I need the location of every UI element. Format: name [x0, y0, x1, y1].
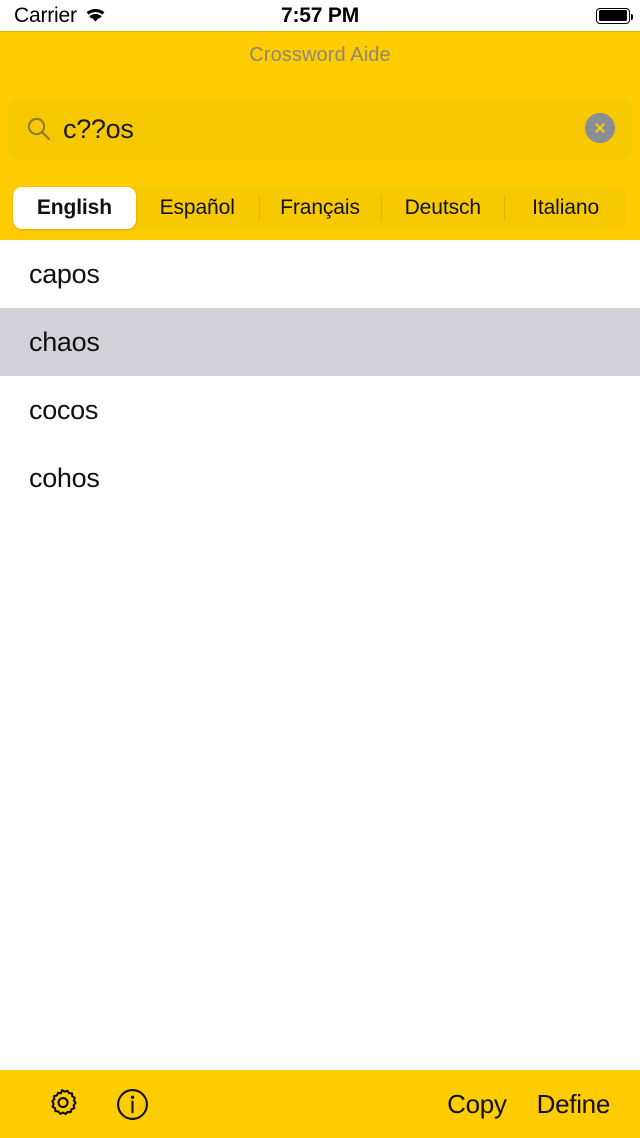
list-item[interactable]: chaos — [0, 308, 640, 376]
define-button[interactable]: Define — [537, 1089, 611, 1120]
tab-italiano[interactable]: Italiano — [504, 186, 627, 230]
gear-icon — [51, 1089, 77, 1116]
info-circle-icon — [116, 1088, 148, 1120]
tab-english[interactable]: English — [13, 187, 136, 229]
page-title: Crossword Aide — [249, 44, 391, 66]
search-bar[interactable]: c??os — [8, 99, 632, 159]
search-icon — [27, 117, 50, 140]
list-item[interactable]: cocos — [0, 376, 640, 444]
list-item[interactable]: cohos — [0, 444, 640, 512]
results-list[interactable]: capos chaos cocos cohos — [0, 240, 640, 1070]
language-segmented-control[interactable]: English Español Français Deutsch Italian… — [13, 186, 627, 230]
clear-search-button[interactable] — [585, 113, 615, 143]
toolbar-right-group: Copy Define — [447, 1089, 610, 1120]
copy-button[interactable]: Copy — [447, 1089, 507, 1120]
battery-icon — [596, 7, 634, 24]
settings-button[interactable] — [44, 1086, 80, 1122]
close-icon — [595, 123, 605, 133]
bottom-toolbar: Copy Define — [0, 1070, 640, 1138]
app-screen: Carrier 7:57 PM Crossword Aide c??os Eng… — [0, 0, 640, 1138]
status-bar: Carrier 7:57 PM — [0, 0, 640, 31]
battery-fill — [598, 10, 628, 21]
info-button[interactable] — [114, 1086, 150, 1122]
search-input[interactable]: c??os — [63, 99, 134, 159]
status-bar-right — [596, 0, 634, 31]
toolbar-left-group — [44, 1086, 150, 1122]
status-bar-time: 7:57 PM — [281, 3, 359, 27]
tab-espanol[interactable]: Español — [136, 186, 259, 230]
tab-deutsch[interactable]: Deutsch — [381, 186, 504, 230]
list-item[interactable]: capos — [0, 240, 640, 308]
tab-francais[interactable]: Français — [258, 186, 382, 230]
app-header: Crossword Aide c??os English Español Fra… — [0, 31, 640, 240]
